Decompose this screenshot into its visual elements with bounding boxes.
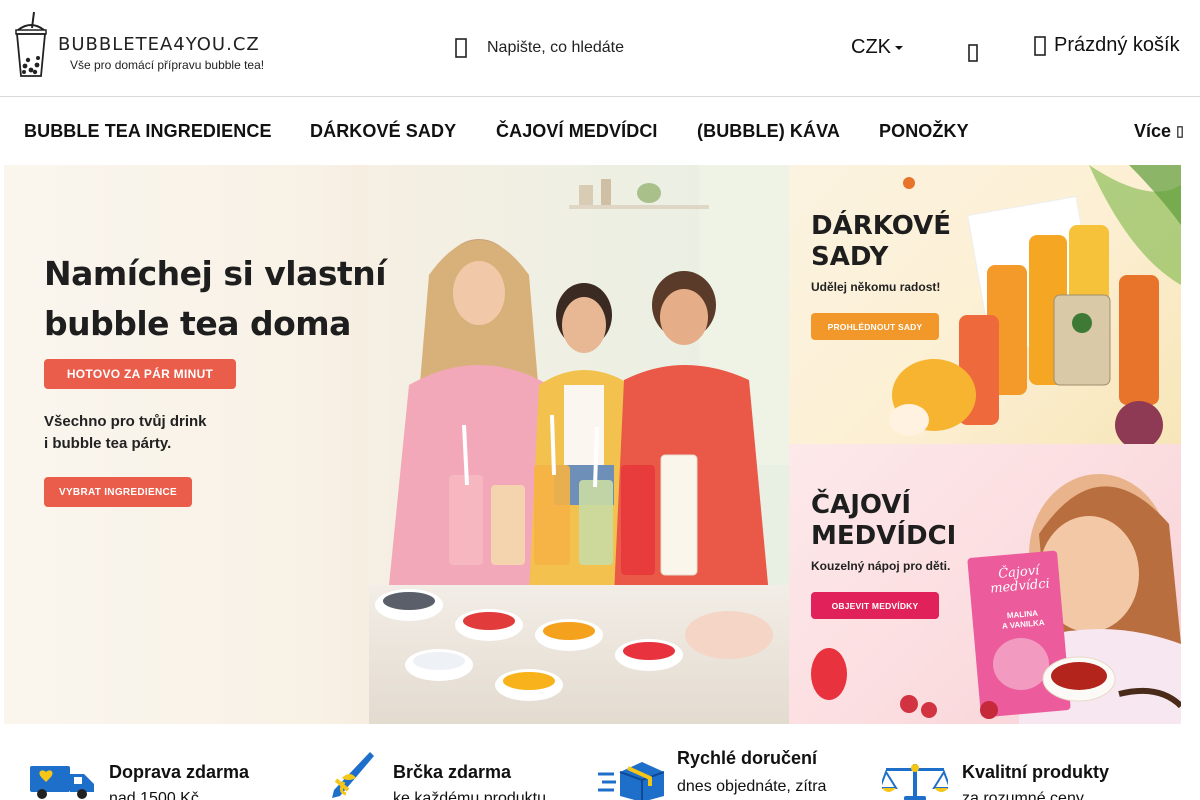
benefit-quality-products: Kvalitní produkty za rozumné ceny bbox=[882, 724, 1182, 800]
nav-item-coffee[interactable]: (BUBBLE) KÁVA bbox=[697, 121, 840, 142]
benefit-free-straws: Brčka zdarma ke každému produktu bbox=[326, 724, 586, 800]
fast-box-icon bbox=[598, 762, 664, 800]
hero-text-line-1: Všechno pro tvůj drink bbox=[44, 413, 207, 430]
cart-label: Prázdný košík bbox=[1054, 34, 1180, 56]
gift-sets-title: DÁRKOVÉ SADY bbox=[811, 211, 951, 273]
site-header: BUBBLETEA4YOU.CZ Vše pro domácí přípravu… bbox=[0, 0, 1200, 97]
benefit-description: za rozumné ceny bbox=[962, 790, 1084, 800]
logo-name: BUBBLETEA4YOU.CZ bbox=[58, 34, 260, 55]
benefit-title: Kvalitní produkty bbox=[962, 762, 1110, 782]
tea-bears-title-line-2: MEDVÍDCI bbox=[811, 521, 957, 551]
gift-sets-title-line-2: SADY bbox=[811, 242, 889, 272]
benefit-title: Rychlé doručení bbox=[677, 748, 818, 768]
nav-item-gift-sets[interactable]: DÁRKOVÉ SADY bbox=[310, 121, 456, 142]
friends-making-bubble-tea-image bbox=[369, 165, 789, 724]
site-logo[interactable]: BUBBLETEA4YOU.CZ Vše pro domácí přípravu… bbox=[12, 10, 282, 82]
user-account-icon[interactable] bbox=[962, 40, 984, 66]
gift-sets-title-line-1: DÁRKOVÉ bbox=[811, 211, 951, 241]
benefits-bar: Doprava zdarma nad 1500 Kč Brčka zdarma … bbox=[0, 724, 1200, 800]
straw-icon bbox=[332, 752, 374, 798]
nav-item-socks[interactable]: PONOŽKY bbox=[879, 121, 969, 142]
bubble-tea-cup-icon bbox=[15, 11, 47, 77]
tea-bears-banner[interactable]: Čajoví medvídci MALINA A VANILKA ČAJOVÍ … bbox=[789, 444, 1181, 724]
hero-badge: HOTOVO ZA PÁR MINUT bbox=[44, 359, 236, 389]
hero-text: Všechno pro tvůj drink i bubble tea párt… bbox=[44, 411, 264, 455]
search-bar bbox=[448, 30, 788, 66]
benefit-fast-delivery: Rychlé doručení dnes objednáte, zítra bbox=[598, 724, 858, 800]
nav-item-tea-bears[interactable]: ČAJOVÍ MEDVÍDCI bbox=[496, 121, 658, 142]
chevron-down-icon bbox=[895, 45, 903, 50]
gift-set-products-image bbox=[889, 165, 1181, 444]
nav-item-bubble-tea-ingredients[interactable]: BUBBLE TEA INGREDIENCE bbox=[24, 121, 272, 142]
tea-bears-title-line-1: ČAJOVÍ bbox=[811, 490, 912, 520]
benefit-description: nad 1500 Kč bbox=[109, 790, 199, 800]
tea-bears-subtitle: Kouzelný nápoj pro děti. bbox=[811, 559, 951, 573]
nav-more-button[interactable]: Více bbox=[1134, 121, 1183, 142]
cart-button[interactable]: Prázdný košík bbox=[1034, 34, 1180, 57]
gift-sets-subtitle: Udělej někomu radost! bbox=[811, 280, 941, 294]
more-icon bbox=[1177, 125, 1183, 138]
currency-label: CZK bbox=[851, 36, 891, 58]
currency-selector[interactable]: CZK bbox=[851, 36, 903, 59]
benefit-title: Doprava zdarma bbox=[109, 762, 250, 782]
hero-title: Namíchej si vlastní bubble tea doma bbox=[44, 249, 424, 349]
benefit-free-shipping: Doprava zdarma nad 1500 Kč bbox=[28, 724, 288, 800]
search-icon[interactable] bbox=[448, 35, 474, 61]
gift-sets-banner[interactable]: DÁRKOVÉ SADY Udělej někomu radost! PROHL… bbox=[789, 165, 1181, 444]
hero-banner[interactable]: Namíchej si vlastní bubble tea doma HOTO… bbox=[4, 165, 789, 724]
scales-icon bbox=[882, 764, 948, 800]
browse-sets-button[interactable]: PROHLÉDNOUT SADY bbox=[811, 313, 939, 340]
cart-icon bbox=[1034, 35, 1046, 56]
hero-title-line-2: bubble tea doma bbox=[44, 304, 351, 343]
logo-tagline: Vše pro domácí přípravu bubble tea! bbox=[70, 58, 265, 72]
tea-bears-title: ČAJOVÍ MEDVÍDCI bbox=[811, 490, 956, 552]
select-ingredients-button[interactable]: VYBRAT INGREDIENCE bbox=[44, 477, 192, 507]
delivery-truck-icon bbox=[30, 766, 94, 799]
benefit-title: Brčka zdarma bbox=[393, 762, 512, 782]
benefit-description: dnes objednáte, zítra bbox=[677, 778, 827, 795]
nav-more-label: Více bbox=[1133, 121, 1171, 141]
hero-title-line-1: Namíchej si vlastní bbox=[44, 254, 387, 293]
benefit-description: ke každému produktu bbox=[393, 790, 546, 800]
tea-bears-package: Čajoví medvídci MALINA A VANILKA bbox=[979, 563, 1062, 634]
search-input[interactable] bbox=[487, 39, 767, 57]
main-navigation: BUBBLE TEA INGREDIENCE DÁRKOVÉ SADY ČAJO… bbox=[0, 97, 1200, 165]
hero-text-line-2: i bubble tea párty. bbox=[44, 435, 172, 452]
discover-bears-button[interactable]: OBJEVIT MEDVÍDKY bbox=[811, 592, 939, 619]
